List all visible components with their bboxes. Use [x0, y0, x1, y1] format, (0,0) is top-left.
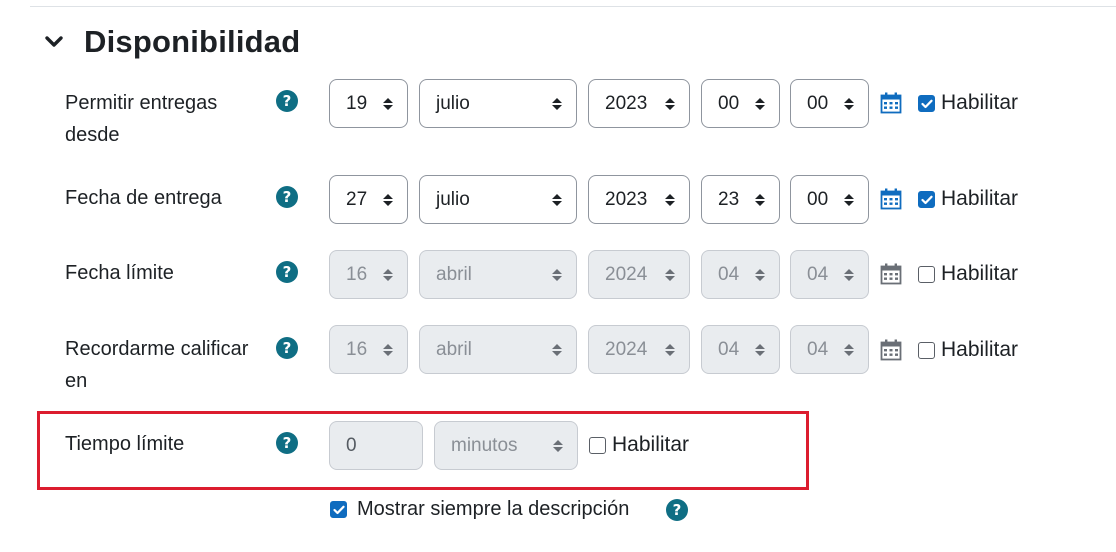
year-select[interactable]: 2024: [588, 250, 690, 299]
day-select[interactable]: 16: [329, 250, 408, 299]
help-icon[interactable]: ?: [276, 90, 298, 112]
help-icon[interactable]: ?: [276, 186, 298, 208]
calendar-icon[interactable]: [880, 339, 902, 361]
select-value: abril: [436, 338, 472, 360]
highlight-box: [37, 411, 809, 490]
year-select[interactable]: 2023: [588, 79, 690, 128]
updown-icon: [755, 193, 765, 207]
select-value: julio: [436, 188, 470, 210]
select-value: 16: [346, 263, 368, 285]
show-description-checkbox[interactable]: [330, 501, 347, 518]
select-value: 19: [346, 92, 368, 114]
updown-icon: [844, 343, 854, 357]
section-header[interactable]: Disponibilidad: [42, 22, 300, 62]
enable-checkbox[interactable]: [918, 191, 935, 208]
calendar-icon[interactable]: [880, 263, 902, 285]
updown-icon: [665, 97, 675, 111]
top-divider: [30, 6, 1116, 7]
calendar-icon[interactable]: [880, 92, 902, 114]
select-value: 2024: [605, 338, 648, 360]
select-value: 27: [346, 188, 368, 210]
enable-label[interactable]: Habilitar: [941, 187, 1018, 211]
updown-icon: [665, 343, 675, 357]
day-select[interactable]: 19: [329, 79, 408, 128]
updown-icon: [755, 268, 765, 282]
help-icon[interactable]: ?: [276, 337, 298, 359]
updown-icon: [383, 268, 393, 282]
updown-icon: [844, 268, 854, 282]
hour-select[interactable]: 04: [701, 250, 780, 299]
section-title: Disponibilidad: [84, 24, 301, 59]
select-value: 00: [807, 188, 829, 210]
hour-select[interactable]: 23: [701, 175, 780, 224]
minute-select[interactable]: 04: [790, 325, 869, 374]
updown-icon: [383, 343, 393, 357]
select-value: 2023: [605, 188, 648, 210]
enable-label[interactable]: Habilitar: [941, 91, 1018, 115]
field-label: Recordarme calificar en: [65, 338, 249, 392]
select-value: 2023: [605, 92, 648, 114]
enable-checkbox[interactable]: [918, 342, 935, 359]
enable-checkbox[interactable]: [918, 266, 935, 283]
minute-select[interactable]: 04: [790, 250, 869, 299]
updown-icon: [844, 97, 854, 111]
select-value: abril: [436, 263, 472, 285]
updown-icon: [755, 97, 765, 111]
updown-icon: [552, 343, 562, 357]
chevron-down-icon[interactable]: [42, 30, 66, 54]
updown-icon: [552, 97, 562, 111]
year-select[interactable]: 2023: [588, 175, 690, 224]
updown-icon: [755, 343, 765, 357]
hour-select[interactable]: 00: [701, 79, 780, 128]
select-value: 04: [807, 263, 829, 285]
help-icon[interactable]: ?: [666, 499, 688, 521]
month-select[interactable]: julio: [419, 175, 577, 224]
field-label: Fecha de entrega: [65, 187, 222, 209]
select-value: 04: [718, 338, 740, 360]
day-select[interactable]: 27: [329, 175, 408, 224]
updown-icon: [383, 193, 393, 207]
show-description-label[interactable]: Mostrar siempre la descripción: [357, 498, 629, 521]
field-label: Fecha límite: [65, 262, 174, 284]
year-select[interactable]: 2024: [588, 325, 690, 374]
calendar-icon[interactable]: [880, 188, 902, 210]
month-select[interactable]: julio: [419, 79, 577, 128]
updown-icon: [844, 193, 854, 207]
month-select[interactable]: abril: [419, 325, 577, 374]
select-value: 16: [346, 338, 368, 360]
updown-icon: [552, 193, 562, 207]
updown-icon: [552, 268, 562, 282]
select-value: 00: [807, 92, 829, 114]
updown-icon: [665, 268, 675, 282]
day-select[interactable]: 16: [329, 325, 408, 374]
select-value: 04: [807, 338, 829, 360]
select-value: 23: [718, 188, 740, 210]
month-select[interactable]: abril: [419, 250, 577, 299]
help-icon[interactable]: ?: [276, 261, 298, 283]
updown-icon: [665, 193, 675, 207]
updown-icon: [383, 97, 393, 111]
minute-select[interactable]: 00: [790, 79, 869, 128]
enable-label[interactable]: Habilitar: [941, 262, 1018, 286]
select-value: 2024: [605, 263, 648, 285]
field-label: Permitir entregas desde: [65, 92, 218, 146]
hour-select[interactable]: 04: [701, 325, 780, 374]
select-value: 04: [718, 263, 740, 285]
enable-checkbox[interactable]: [918, 95, 935, 112]
select-value: 00: [718, 92, 740, 114]
enable-label[interactable]: Habilitar: [941, 338, 1018, 362]
minute-select[interactable]: 00: [790, 175, 869, 224]
select-value: julio: [436, 92, 470, 114]
